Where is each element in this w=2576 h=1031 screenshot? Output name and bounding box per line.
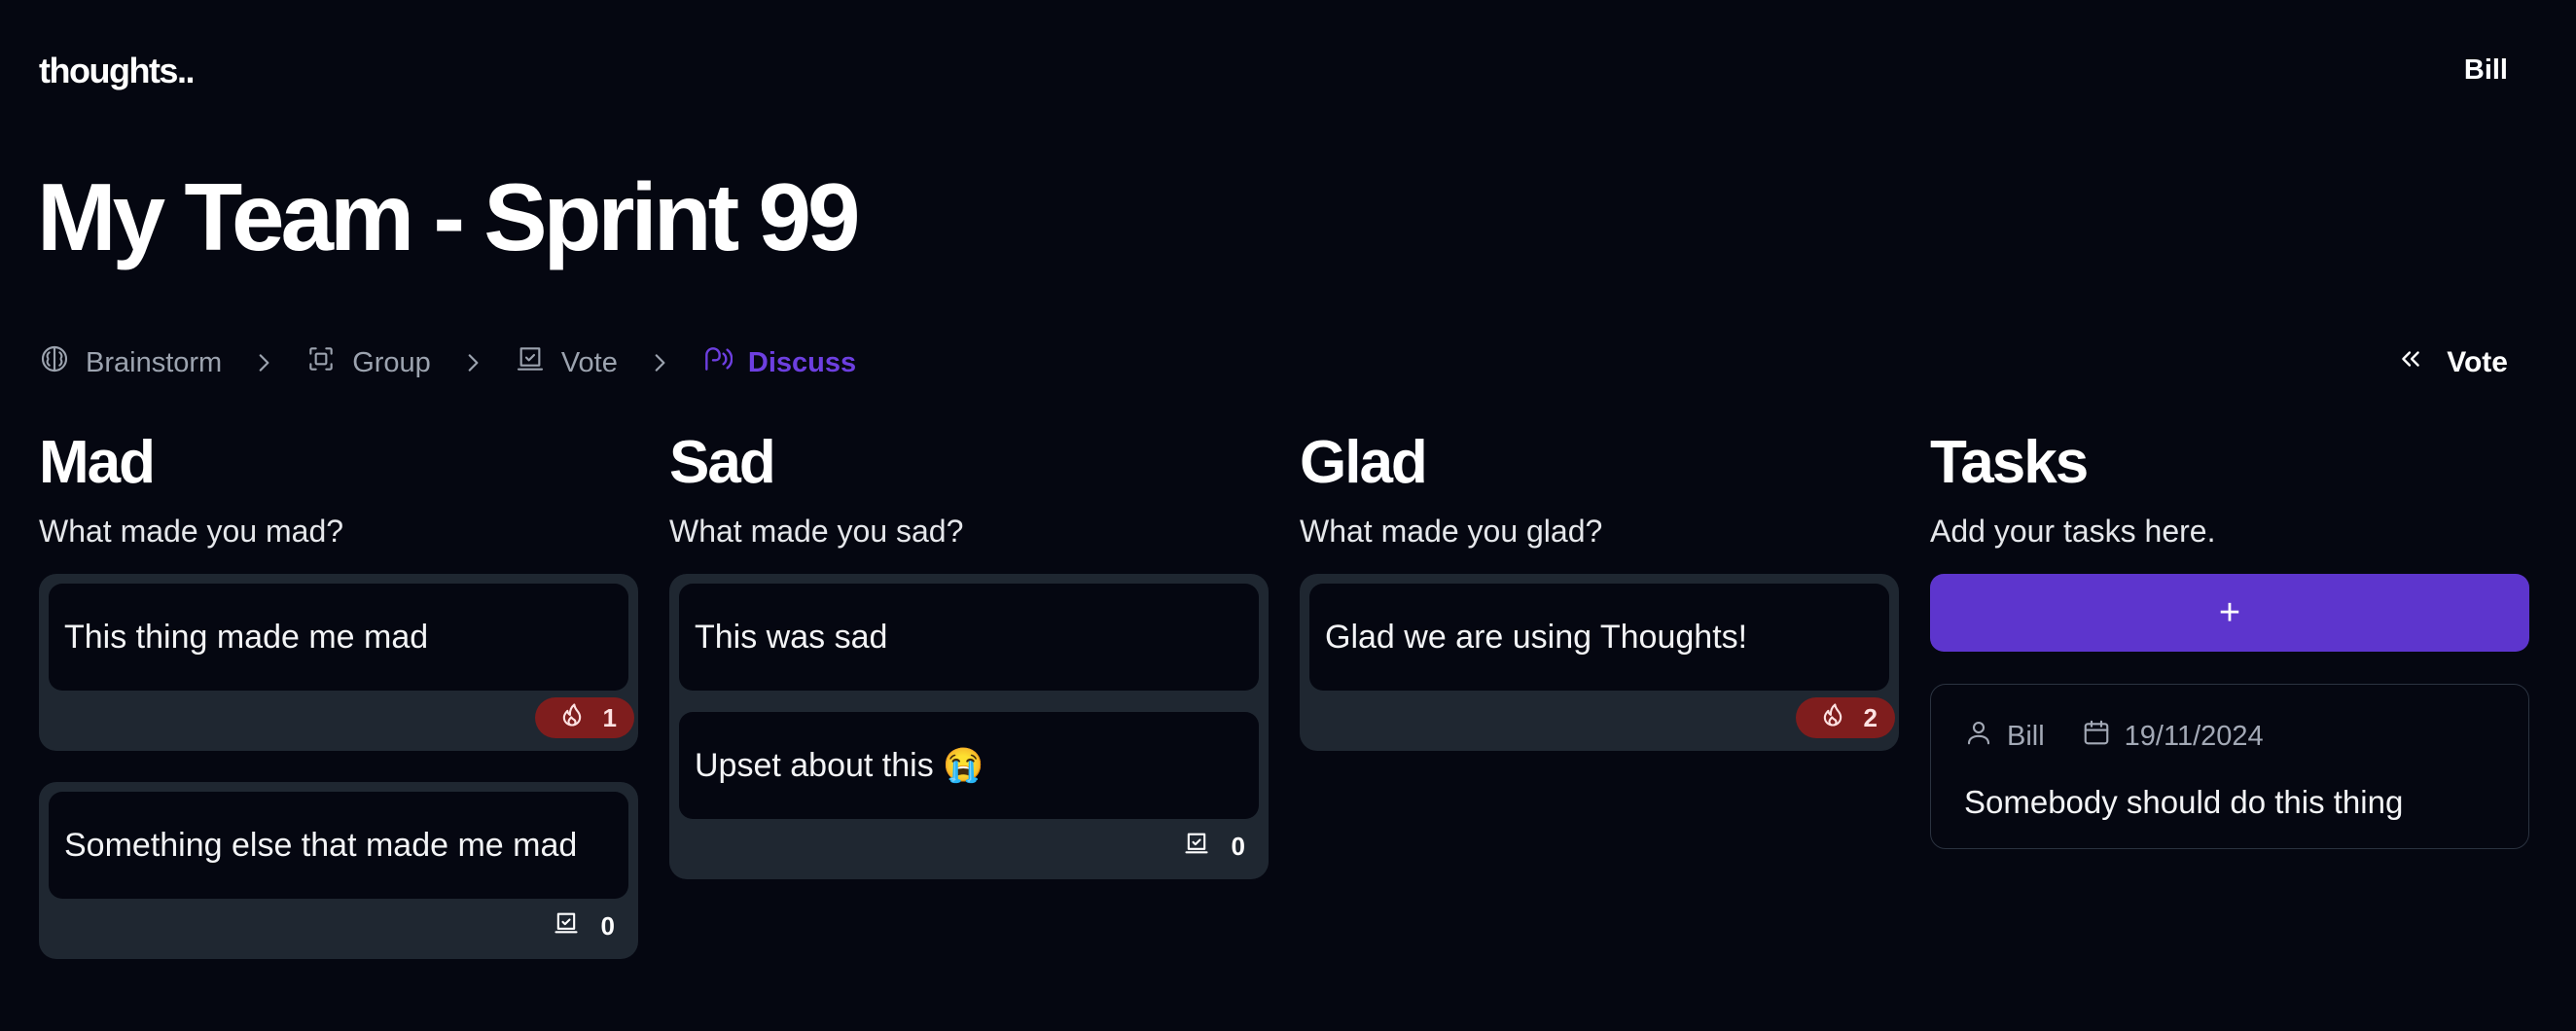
idea-card[interactable]: This was sad [679,584,1259,691]
fire-votes-badge: 1 [534,697,634,738]
flame-icon [558,701,586,735]
card-group-footer: 0 [49,899,628,953]
task-assignee[interactable]: Bill [2007,721,2045,753]
chevron-right-icon [647,350,672,375]
idea-card[interactable]: Glad we are using Thoughts! [1309,584,1889,691]
flame-icon [1819,701,1846,735]
brain-icon [39,343,70,382]
vote-icon [1183,830,1210,864]
column-mad: Mad What made you mad? This thing made m… [39,428,638,959]
column-title: Tasks [1930,429,2089,496]
column-subtitle: What made you glad? [1300,514,1603,549]
step-vote[interactable]: Vote [515,343,618,382]
votes-badge: 0 [539,906,628,946]
step-group[interactable]: Group [305,343,431,382]
top-bar: thoughts.. Bill [0,0,2576,141]
discuss-icon [701,343,733,382]
column-sad: Sad What made you sad? This was sad Upse… [669,428,1269,879]
idea-card[interactable]: Upset about this 😭 [679,712,1259,819]
vote-icon [515,343,546,382]
column-title: Sad [669,429,776,496]
column-subtitle: What made you mad? [39,514,344,549]
column-subtitle: Add your tasks here. [1930,514,2216,549]
page-title: My Team - Sprint 99 [37,163,861,270]
task-due-date[interactable]: 19/11/2024 [2125,721,2264,753]
step-label: Brainstorm [86,346,223,378]
back-to-vote-button[interactable]: Vote [2398,340,2508,385]
task-card[interactable]: Bill 19/11/2024 Somebody should do this … [1930,684,2529,849]
add-task-button[interactable]: + [1930,574,2529,652]
vote-icon [553,909,580,943]
user-icon [1964,718,1993,755]
step-label: Discuss [747,346,857,378]
task-text[interactable]: Somebody should do this thing [1964,784,2495,821]
card-group-footer: 1 [49,691,634,745]
step-brainstorm[interactable]: Brainstorm [39,343,222,382]
idea-card[interactable]: Something else that made me mad [49,792,628,899]
group-icon [305,343,337,382]
vote-count: 2 [1863,702,1878,732]
back-label: Vote [2447,346,2508,378]
card-group: Something else that made me mad 0 [39,782,638,959]
chevron-right-icon [460,350,485,375]
column-tasks: Tasks Add your tasks here. + Bill 19/11/… [1930,428,2529,849]
card-group-footer: 2 [1309,691,1895,745]
column-glad: Glad What made you glad? Glad we are usi… [1300,428,1899,751]
step-label: Vote [560,346,618,378]
votes-badge: 0 [1169,826,1259,867]
column-title: Glad [1300,429,1428,496]
user-menu[interactable]: Bill [2464,54,2508,87]
vote-count: 1 [602,702,617,732]
vote-count: 0 [1231,831,1245,861]
step-discuss[interactable]: Discuss [701,343,856,382]
chevrons-left-icon [2398,346,2423,379]
card-group: This was sad Upset about this 😭 0 [669,574,1269,879]
idea-card[interactable]: This thing made me mad [49,584,628,691]
step-label: Group [352,346,431,378]
vote-count: 0 [600,910,615,941]
chevron-right-icon [251,350,276,375]
column-subtitle: What made you sad? [669,514,964,549]
calendar-icon [2082,718,2111,755]
card-group: This thing made me mad 1 [39,574,638,751]
task-meta: Bill 19/11/2024 [1964,718,2495,755]
card-group-footer: 0 [679,819,1259,873]
card-group: Glad we are using Thoughts! 2 [1300,574,1899,751]
phase-breadcrumb: Brainstorm Group Vote Discuss [39,340,856,385]
fire-votes-badge: 2 [1795,697,1895,738]
column-title: Mad [39,429,156,496]
app-logo[interactable]: thoughts.. [39,51,195,91]
